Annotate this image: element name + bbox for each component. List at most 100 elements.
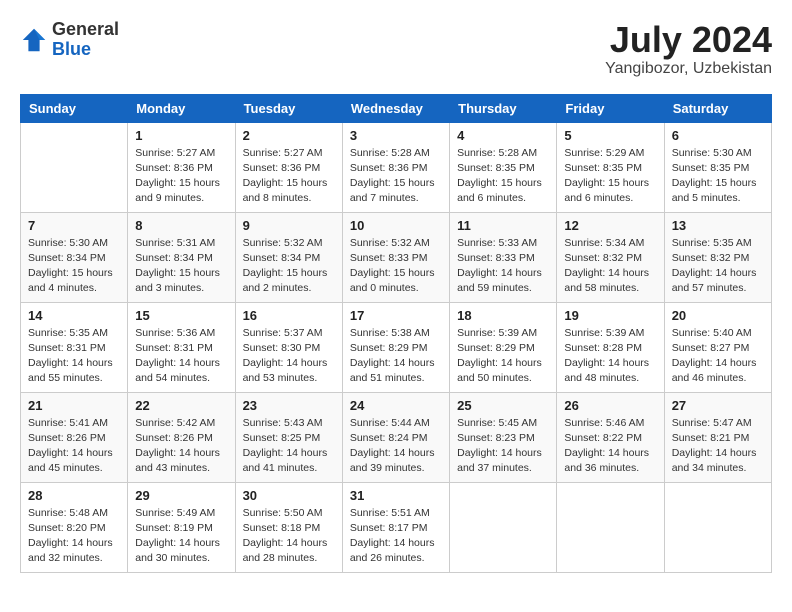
calendar-week-row: 1 Sunrise: 5:27 AM Sunset: 8:36 PM Daylig… — [21, 122, 772, 212]
calendar-cell: 2 Sunrise: 5:27 AM Sunset: 8:36 PM Daylig… — [235, 122, 342, 212]
day-number: 1 — [135, 128, 227, 143]
day-info: Sunrise: 5:32 AM Sunset: 8:33 PM Dayligh… — [350, 236, 442, 297]
calendar-header: SundayMondayTuesdayWednesdayThursdayFrid… — [21, 94, 772, 122]
calendar-cell: 19Sunrise: 5:39 AM Sunset: 8:28 PM Dayli… — [557, 302, 664, 392]
day-number: 31 — [350, 488, 442, 503]
calendar-cell: 15 Sunrise: 5:36 AM Sunset: 8:31 PM Dayli… — [128, 302, 235, 392]
weekday-header-row: SundayMondayTuesdayWednesdayThursdayFrid… — [21, 94, 772, 122]
month-year-title: July 2024 — [605, 20, 772, 60]
calendar-cell — [21, 122, 128, 212]
day-number: 15 — [135, 308, 227, 323]
day-number: 8 — [135, 218, 227, 233]
day-info: Sunrise: 5:30 AM Sunset: 8:34 PM Dayligh… — [28, 236, 120, 297]
calendar-cell: 25 Sunrise: 5:45 AM Sunset: 8:23 PM Dayli… — [450, 392, 557, 482]
day-number: 16 — [243, 308, 335, 323]
day-info: Sunrise: 5:49 AM Sunset: 8:19 PM Dayligh… — [135, 506, 227, 567]
day-info: Sunrise: 5:27 AM Sunset: 8:36 PM Dayligh… — [243, 146, 335, 207]
day-info: Sunrise: 5:31 AM Sunset: 8:34 PM Dayligh… — [135, 236, 227, 297]
day-number: 9 — [243, 218, 335, 233]
day-info: Sunrise: 5:48 AM Sunset: 8:20 PM Dayligh… — [28, 506, 120, 567]
calendar-cell: 17Sunrise: 5:38 AM Sunset: 8:29 PM Dayli… — [342, 302, 449, 392]
day-number: 17 — [350, 308, 442, 323]
calendar-cell: 8 Sunrise: 5:31 AM Sunset: 8:34 PM Daylig… — [128, 212, 235, 302]
day-info: Sunrise: 5:45 AM Sunset: 8:23 PM Dayligh… — [457, 416, 549, 477]
day-info: Sunrise: 5:36 AM Sunset: 8:31 PM Dayligh… — [135, 326, 227, 387]
calendar-week-row: 14Sunrise: 5:35 AM Sunset: 8:31 PM Dayli… — [21, 302, 772, 392]
day-info: Sunrise: 5:39 AM Sunset: 8:28 PM Dayligh… — [564, 326, 656, 387]
day-number: 29 — [135, 488, 227, 503]
calendar-cell: 11 Sunrise: 5:33 AM Sunset: 8:33 PM Dayli… — [450, 212, 557, 302]
weekday-header-thursday: Thursday — [450, 94, 557, 122]
day-number: 5 — [564, 128, 656, 143]
day-info: Sunrise: 5:43 AM Sunset: 8:25 PM Dayligh… — [243, 416, 335, 477]
calendar-cell: 16Sunrise: 5:37 AM Sunset: 8:30 PM Dayli… — [235, 302, 342, 392]
calendar-body: 1 Sunrise: 5:27 AM Sunset: 8:36 PM Daylig… — [21, 122, 772, 572]
day-number: 6 — [672, 128, 764, 143]
day-number: 13 — [672, 218, 764, 233]
calendar-week-row: 21Sunrise: 5:41 AM Sunset: 8:26 PM Dayli… — [21, 392, 772, 482]
day-info: Sunrise: 5:44 AM Sunset: 8:24 PM Dayligh… — [350, 416, 442, 477]
calendar-week-row: 28 Sunrise: 5:48 AM Sunset: 8:20 PM Dayli… — [21, 482, 772, 572]
calendar-cell: 31Sunrise: 5:51 AM Sunset: 8:17 PM Dayli… — [342, 482, 449, 572]
logo-text: General Blue — [52, 20, 119, 60]
day-info: Sunrise: 5:32 AM Sunset: 8:34 PM Dayligh… — [243, 236, 335, 297]
calendar-cell — [557, 482, 664, 572]
day-number: 26 — [564, 398, 656, 413]
title-block: July 2024 Yangibozor, Uzbekistan — [605, 20, 772, 78]
day-number: 28 — [28, 488, 120, 503]
calendar-cell: 20 Sunrise: 5:40 AM Sunset: 8:27 PM Dayli… — [664, 302, 771, 392]
day-info: Sunrise: 5:29 AM Sunset: 8:35 PM Dayligh… — [564, 146, 656, 207]
calendar-cell — [664, 482, 771, 572]
logo: General Blue — [20, 20, 119, 60]
calendar-cell: 26 Sunrise: 5:46 AM Sunset: 8:22 PM Dayli… — [557, 392, 664, 482]
day-number: 2 — [243, 128, 335, 143]
day-info: Sunrise: 5:33 AM Sunset: 8:33 PM Dayligh… — [457, 236, 549, 297]
calendar-cell: 7 Sunrise: 5:30 AM Sunset: 8:34 PM Daylig… — [21, 212, 128, 302]
logo-general: General — [52, 20, 119, 40]
day-number: 7 — [28, 218, 120, 233]
day-info: Sunrise: 5:34 AM Sunset: 8:32 PM Dayligh… — [564, 236, 656, 297]
day-number: 11 — [457, 218, 549, 233]
weekday-header-sunday: Sunday — [21, 94, 128, 122]
day-number: 30 — [243, 488, 335, 503]
calendar-cell: 12Sunrise: 5:34 AM Sunset: 8:32 PM Dayli… — [557, 212, 664, 302]
day-info: Sunrise: 5:47 AM Sunset: 8:21 PM Dayligh… — [672, 416, 764, 477]
calendar-week-row: 7 Sunrise: 5:30 AM Sunset: 8:34 PM Daylig… — [21, 212, 772, 302]
calendar-cell: 29 Sunrise: 5:49 AM Sunset: 8:19 PM Dayli… — [128, 482, 235, 572]
logo-blue: Blue — [52, 40, 119, 60]
day-info: Sunrise: 5:40 AM Sunset: 8:27 PM Dayligh… — [672, 326, 764, 387]
weekday-header-wednesday: Wednesday — [342, 94, 449, 122]
calendar-cell: 24 Sunrise: 5:44 AM Sunset: 8:24 PM Dayli… — [342, 392, 449, 482]
day-number: 25 — [457, 398, 549, 413]
calendar-cell: 5 Sunrise: 5:29 AM Sunset: 8:35 PM Daylig… — [557, 122, 664, 212]
day-info: Sunrise: 5:42 AM Sunset: 8:26 PM Dayligh… — [135, 416, 227, 477]
day-info: Sunrise: 5:28 AM Sunset: 8:35 PM Dayligh… — [457, 146, 549, 207]
weekday-header-saturday: Saturday — [664, 94, 771, 122]
day-number: 20 — [672, 308, 764, 323]
day-info: Sunrise: 5:46 AM Sunset: 8:22 PM Dayligh… — [564, 416, 656, 477]
day-info: Sunrise: 5:30 AM Sunset: 8:35 PM Dayligh… — [672, 146, 764, 207]
day-number: 24 — [350, 398, 442, 413]
calendar-cell: 14Sunrise: 5:35 AM Sunset: 8:31 PM Dayli… — [21, 302, 128, 392]
calendar-cell: 4 Sunrise: 5:28 AM Sunset: 8:35 PM Daylig… — [450, 122, 557, 212]
weekday-header-tuesday: Tuesday — [235, 94, 342, 122]
day-number: 18 — [457, 308, 549, 323]
calendar-cell: 22Sunrise: 5:42 AM Sunset: 8:26 PM Dayli… — [128, 392, 235, 482]
calendar-cell: 18Sunrise: 5:39 AM Sunset: 8:29 PM Dayli… — [450, 302, 557, 392]
calendar-cell: 3Sunrise: 5:28 AM Sunset: 8:36 PM Daylig… — [342, 122, 449, 212]
calendar-cell: 6 Sunrise: 5:30 AM Sunset: 8:35 PM Daylig… — [664, 122, 771, 212]
calendar-cell: 9 Sunrise: 5:32 AM Sunset: 8:34 PM Daylig… — [235, 212, 342, 302]
calendar-cell: 21Sunrise: 5:41 AM Sunset: 8:26 PM Dayli… — [21, 392, 128, 482]
calendar-table: SundayMondayTuesdayWednesdayThursdayFrid… — [20, 94, 772, 573]
calendar-cell — [450, 482, 557, 572]
page-header: General Blue July 2024 Yangibozor, Uzbek… — [20, 20, 772, 78]
calendar-cell: 1 Sunrise: 5:27 AM Sunset: 8:36 PM Daylig… — [128, 122, 235, 212]
calendar-cell: 30 Sunrise: 5:50 AM Sunset: 8:18 PM Dayli… — [235, 482, 342, 572]
calendar-cell: 13Sunrise: 5:35 AM Sunset: 8:32 PM Dayli… — [664, 212, 771, 302]
day-info: Sunrise: 5:27 AM Sunset: 8:36 PM Dayligh… — [135, 146, 227, 207]
calendar-cell: 28 Sunrise: 5:48 AM Sunset: 8:20 PM Dayli… — [21, 482, 128, 572]
location-subtitle: Yangibozor, Uzbekistan — [605, 60, 772, 78]
day-info: Sunrise: 5:50 AM Sunset: 8:18 PM Dayligh… — [243, 506, 335, 567]
day-number: 4 — [457, 128, 549, 143]
calendar-cell: 10Sunrise: 5:32 AM Sunset: 8:33 PM Dayli… — [342, 212, 449, 302]
